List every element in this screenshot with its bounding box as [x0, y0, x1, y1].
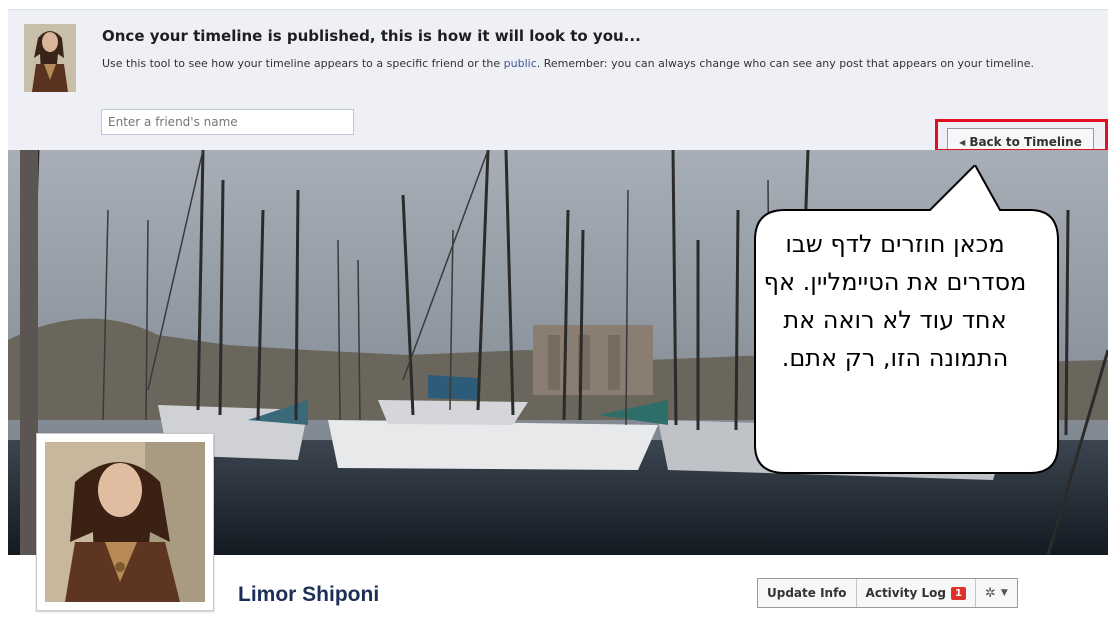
callout-text: מכאן חוזרים לדף שבו מסדרים את הטיימליין.…: [763, 230, 1027, 372]
notification-badge: 1: [950, 586, 966, 600]
profile-action-buttons: Update Info Activity Log 1 ✲ ▼: [757, 578, 1018, 608]
activity-log-label: Activity Log: [865, 586, 946, 600]
profile-picture[interactable]: [36, 433, 214, 611]
public-link[interactable]: public: [504, 57, 537, 70]
update-info-label: Update Info: [767, 586, 847, 600]
preview-description-text-end: . Remember: you can always change who ca…: [536, 57, 1034, 70]
settings-dropdown-button[interactable]: ✲ ▼: [976, 579, 1017, 607]
preview-panel: Once your timeline is published, this is…: [8, 9, 1108, 150]
preview-description: Use this tool to see how your timeline a…: [102, 56, 1092, 71]
profile-name[interactable]: Limor Shiponi: [238, 583, 379, 607]
friend-name-input[interactable]: [101, 109, 354, 135]
gear-icon: ✲: [984, 585, 996, 601]
chevron-down-icon: ▼: [1000, 588, 1008, 598]
top-strip: [0, 0, 1108, 9]
update-info-button[interactable]: Update Info: [758, 579, 857, 607]
preview-description-text: Use this tool to see how your timeline a…: [102, 57, 504, 70]
preview-avatar: [24, 24, 76, 92]
activity-log-button[interactable]: Activity Log 1: [857, 579, 976, 607]
back-arrow-icon: ◀: [959, 137, 966, 147]
preview-title: Once your timeline is published, this is…: [102, 27, 641, 45]
back-to-timeline-label: Back to Timeline: [969, 135, 1082, 149]
